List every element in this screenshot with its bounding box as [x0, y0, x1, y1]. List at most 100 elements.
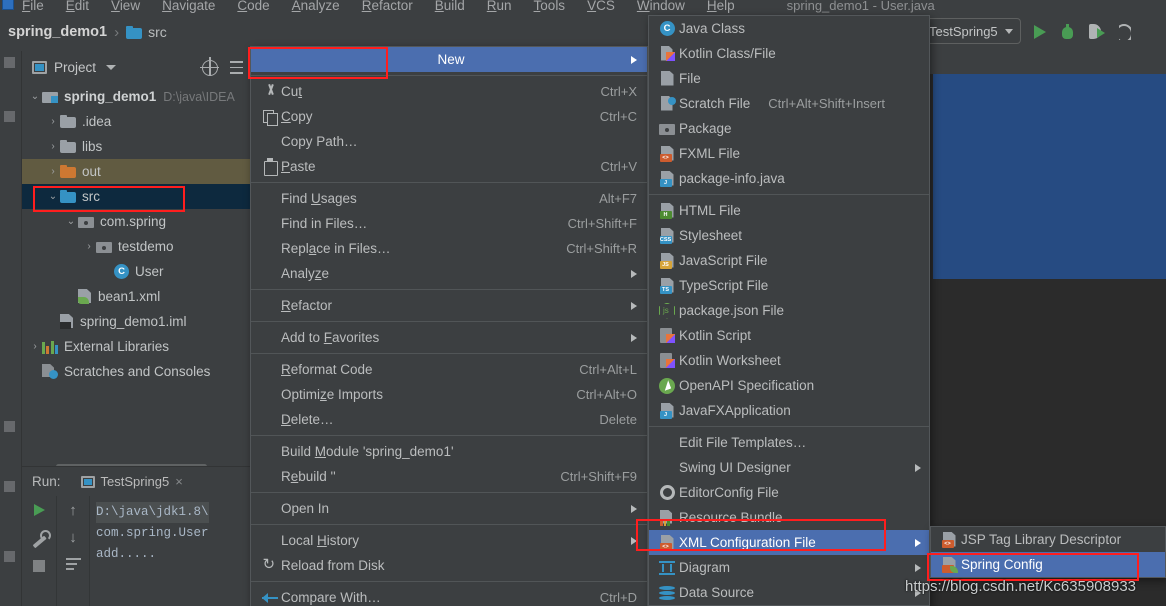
strip-tab-project[interactable]	[4, 57, 15, 68]
xml-submenu-item-jsp-tag-library-descriptor[interactable]: <> JSP Tag Library Descriptor	[931, 527, 1165, 552]
context-menu-item-refactor[interactable]: Refactor	[251, 293, 647, 318]
menu-help[interactable]: Help	[707, 0, 735, 13]
new-menu-item-diagram[interactable]: Diagram	[649, 555, 929, 580]
menu-edit[interactable]: Edit	[66, 0, 89, 13]
context-menu-item-copy-path[interactable]: Copy Path…	[251, 129, 647, 154]
chevron-right-icon[interactable]: ›	[46, 141, 60, 152]
up-arrow-icon[interactable]: ↑	[69, 503, 77, 518]
new-menu-item-editorconfig-file[interactable]: EditorConfig File	[649, 480, 929, 505]
context-menu-item-analyze[interactable]: Analyze	[251, 261, 647, 286]
run-with-coverage-icon[interactable]	[1089, 24, 1105, 40]
new-menu-item-package-json-file[interactable]: package.json File	[649, 298, 929, 323]
strip-tab-todo[interactable]	[4, 481, 15, 492]
tree-node-scratches-and-consoles[interactable]: Scratches and Consoles	[22, 359, 250, 384]
xml-submenu-item-spring-config[interactable]: Spring Config	[931, 552, 1165, 577]
chevron-down-icon[interactable]: ⌄	[46, 191, 60, 202]
new-menu-item-resource-bundle[interactable]: Resource Bundle	[649, 505, 929, 530]
new-submenu[interactable]: C Java Class Kotlin Class/File File Scratch …	[648, 15, 930, 606]
context-menu-item-find-in-files[interactable]: Find in Files… Ctrl+Shift+F	[251, 211, 647, 236]
chevron-right-icon[interactable]: ›	[82, 241, 96, 252]
chevron-right-icon[interactable]: ›	[46, 166, 60, 177]
menu-analyze[interactable]: Analyze	[292, 0, 340, 13]
new-menu-item-data-source[interactable]: Data Source	[649, 580, 929, 605]
new-menu-item-edit-file-templates[interactable]: Edit File Templates…	[649, 430, 929, 455]
tree-node-com-spring[interactable]: ⌄ com.spring	[22, 209, 250, 234]
context-menu-item-new[interactable]: New	[251, 47, 647, 72]
new-menu-item-stylesheet[interactable]: CSS Stylesheet	[649, 223, 929, 248]
tree-node-spring-demo1[interactable]: ⌄ spring_demo1 D:\java\IDEA	[22, 84, 250, 109]
run-icon[interactable]	[1034, 25, 1046, 39]
project-panel-title[interactable]: Project	[54, 60, 96, 75]
new-menu-item-package[interactable]: Package	[649, 116, 929, 141]
menu-window[interactable]: Window	[637, 0, 685, 13]
context-menu-item-find-usages[interactable]: Find Usages Alt+F7	[251, 186, 647, 211]
context-menu-item-reformat-code[interactable]: Reformat Code Ctrl+Alt+L	[251, 357, 647, 382]
context-menu-item-compare-with[interactable]: Compare With… Ctrl+D	[251, 585, 647, 606]
strip-tab-structure[interactable]	[4, 111, 15, 122]
tree-node-testdemo[interactable]: › testdemo	[22, 234, 250, 259]
context-menu-item-reload-from-disk[interactable]: ↻ Reload from Disk	[251, 553, 647, 578]
new-menu-item-openapi-specification[interactable]: OpenAPI Specification	[649, 373, 929, 398]
new-menu-item-scratch-file[interactable]: Scratch File Ctrl+Alt+Shift+Insert	[649, 91, 929, 116]
menu-code[interactable]: Code	[237, 0, 269, 13]
new-menu-item-typescript-file[interactable]: TS TypeScript File	[649, 273, 929, 298]
menu-run[interactable]: Run	[487, 0, 512, 13]
close-icon[interactable]: ×	[175, 474, 183, 489]
chevron-right-icon[interactable]: ›	[46, 116, 60, 127]
menu-refactor[interactable]: Refactor	[362, 0, 413, 13]
context-menu-item-paste[interactable]: Paste Ctrl+V	[251, 154, 647, 179]
strip-tab-run[interactable]	[4, 421, 15, 432]
debug-icon[interactable]	[1060, 23, 1075, 40]
context-menu-item-build-module-spring-demo1[interactable]: Build Module 'spring_demo1'	[251, 439, 647, 464]
new-menu-item-kotlin-class-file[interactable]: Kotlin Class/File	[649, 41, 929, 66]
run-configuration-selector[interactable]: TestSpring5	[921, 18, 1021, 44]
new-menu-item-javascript-file[interactable]: JS JavaScript File	[649, 248, 929, 273]
new-menu-item-swing-ui-designer[interactable]: Swing UI Designer	[649, 455, 929, 480]
menu-vcs[interactable]: VCS	[587, 0, 615, 13]
tree-node--idea[interactable]: › .idea	[22, 109, 250, 134]
breadcrumb-project[interactable]: spring_demo1	[8, 24, 107, 40]
chevron-right-icon[interactable]: ›	[28, 341, 42, 352]
context-menu-item-optimize-imports[interactable]: Optimize Imports Ctrl+Alt+O	[251, 382, 647, 407]
menu-file[interactable]: File	[22, 0, 44, 13]
tree-node-external-libraries[interactable]: › External Libraries	[22, 334, 250, 359]
soft-wrap-icon[interactable]	[65, 558, 81, 571]
tree-node-bean1-xml[interactable]: bean1.xml	[22, 284, 250, 309]
menu-build[interactable]: Build	[435, 0, 465, 13]
context-menu-item-local-history[interactable]: Local History	[251, 528, 647, 553]
context-menu-item-add-to-favorites[interactable]: Add to Favorites	[251, 325, 647, 350]
new-menu-item-package-info-java[interactable]: Jpackage-info.java	[649, 166, 929, 191]
chevron-down-icon[interactable]: ⌄	[28, 91, 42, 102]
context-menu-item-replace-in-files[interactable]: Replace in Files… Ctrl+Shift+R	[251, 236, 647, 261]
settings-wrench-icon[interactable]	[31, 530, 51, 546]
context-menu[interactable]: New Cut Ctrl+X Copy Ctrl+C Copy Path… Paste Ctr…	[250, 46, 648, 606]
profiler-icon[interactable]	[1119, 24, 1131, 40]
context-menu-item-delete[interactable]: Delete… Delete	[251, 407, 647, 432]
chevron-down-icon[interactable]: ⌄	[64, 216, 78, 227]
tree-node-libs[interactable]: › libs	[22, 134, 250, 159]
new-menu-item-html-file[interactable]: H HTML File	[649, 198, 929, 223]
tree-node-user[interactable]: C User	[22, 259, 250, 284]
tree-node-spring-demo1-iml[interactable]: spring_demo1.iml	[22, 309, 250, 334]
menu-navigate[interactable]: Navigate	[162, 0, 215, 13]
editor-area[interactable]	[930, 51, 1166, 606]
xml-configuration-submenu[interactable]: <> JSP Tag Library Descriptor Spring Conf…	[930, 526, 1166, 578]
context-menu-item-copy[interactable]: Copy Ctrl+C	[251, 104, 647, 129]
new-menu-item-javafxapplication[interactable]: J JavaFXApplication	[649, 398, 929, 423]
menu-tools[interactable]: Tools	[534, 0, 566, 13]
new-menu-item-kotlin-script[interactable]: Kotlin Script	[649, 323, 929, 348]
breadcrumb-item-src[interactable]: src	[148, 24, 167, 40]
rerun-icon[interactable]	[33, 504, 45, 516]
down-arrow-icon[interactable]: ↓	[69, 530, 77, 545]
menu-view[interactable]: View	[111, 0, 140, 13]
new-menu-item-fxml-file[interactable]: <> FXML File	[649, 141, 929, 166]
new-menu-item-xml-configuration-file[interactable]: <> XML Configuration File	[649, 530, 929, 555]
chevron-down-icon[interactable]	[106, 65, 117, 70]
scroll-from-source-icon[interactable]	[199, 57, 219, 76]
context-menu-item-cut[interactable]: Cut Ctrl+X	[251, 79, 647, 104]
context-menu-item-open-in[interactable]: Open In	[251, 496, 647, 521]
tree-node-out[interactable]: › out	[22, 159, 250, 184]
new-menu-item-file[interactable]: File	[649, 66, 929, 91]
context-menu-item-rebuild-default[interactable]: Rebuild '' Ctrl+Shift+F9	[251, 464, 647, 489]
collapse-all-icon[interactable]	[229, 60, 244, 75]
